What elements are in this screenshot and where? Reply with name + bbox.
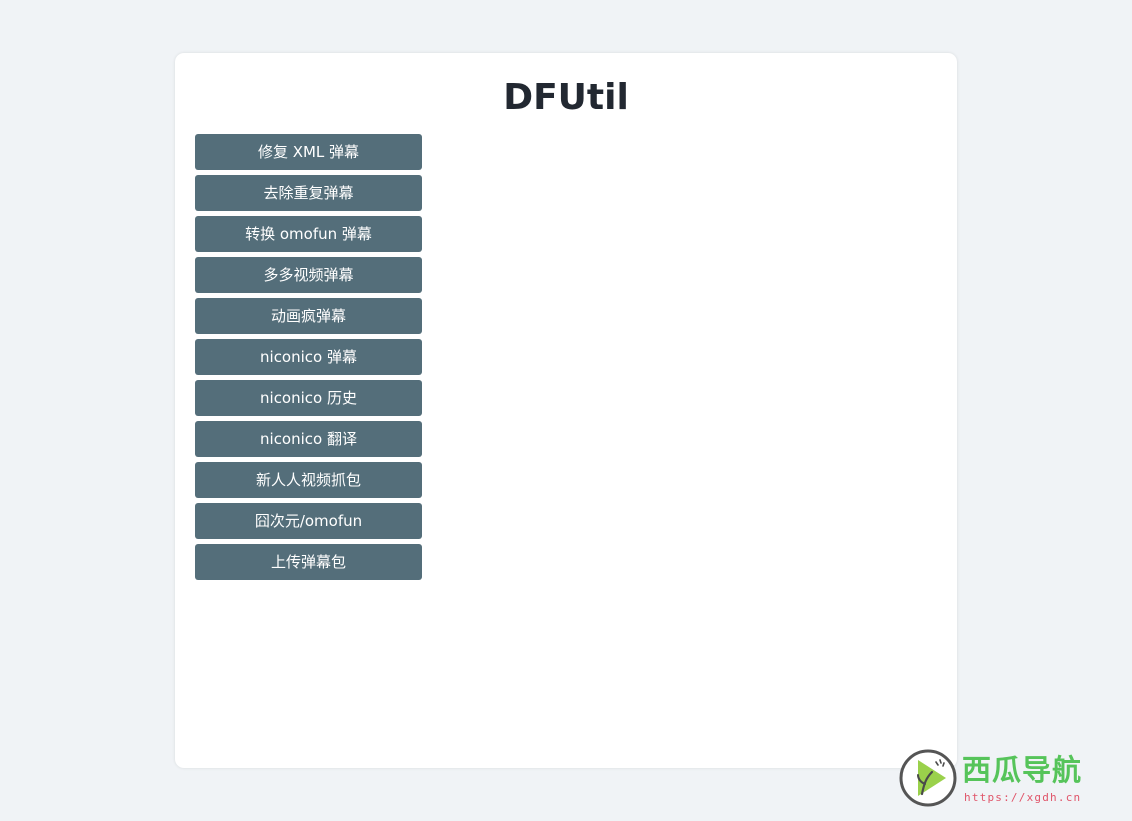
renren-capture-button[interactable]: 新人人视频抓包	[195, 462, 422, 498]
watermark: 西瓜导航 https://xgdh.cn	[898, 748, 1120, 808]
main-card: DFUtil 修复 XML 弹幕 去除重复弹幕 转换 omofun 弹幕 多多视…	[175, 53, 957, 768]
play-leaf-icon	[899, 749, 957, 807]
niconico-history-button[interactable]: niconico 历史	[195, 380, 422, 416]
page: DFUtil 修复 XML 弹幕 去除重复弹幕 转换 omofun 弹幕 多多视…	[0, 0, 1132, 821]
upload-pack-button[interactable]: 上传弹幕包	[195, 544, 422, 580]
jiongciyuan-omofun-button[interactable]: 囧次元/omofun	[195, 503, 422, 539]
dedupe-button[interactable]: 去除重复弹幕	[195, 175, 422, 211]
convert-omofun-button[interactable]: 转换 omofun 弹幕	[195, 216, 422, 252]
watermark-name: 西瓜导航	[962, 753, 1083, 787]
duoduo-video-button[interactable]: 多多视频弹幕	[195, 257, 422, 293]
page-title: DFUtil	[503, 77, 629, 118]
niconico-translate-button[interactable]: niconico 翻译	[195, 421, 422, 457]
action-menu: 修复 XML 弹幕 去除重复弹幕 转换 omofun 弹幕 多多视频弹幕 动画疯…	[195, 134, 422, 580]
watermark-url: https://xgdh.cn	[964, 791, 1082, 804]
niconico-danmaku-button[interactable]: niconico 弹幕	[195, 339, 422, 375]
fix-xml-button[interactable]: 修复 XML 弹幕	[195, 134, 422, 170]
anime-crazy-button[interactable]: 动画疯弹幕	[195, 298, 422, 334]
